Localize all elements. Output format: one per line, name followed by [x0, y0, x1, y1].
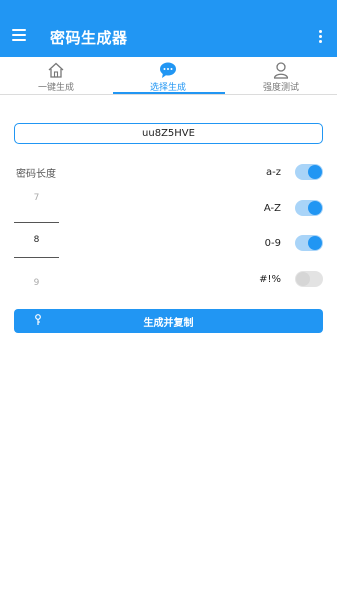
length-option[interactable]: 7 [14, 193, 59, 203]
tab-bar: 一键生成 选择生成 强度测试 [0, 57, 337, 95]
lowercase-toggle[interactable] [295, 164, 323, 180]
picker-divider [14, 222, 59, 223]
digits-toggle[interactable] [295, 235, 323, 251]
symbols-toggle[interactable] [295, 271, 323, 287]
lowercase-label: a-z [266, 167, 281, 178]
tab-strength-test[interactable]: 强度测试 [225, 57, 337, 94]
tab-label: 强度测试 [262, 83, 299, 93]
toggle-knob [308, 236, 322, 250]
more-vertical-icon[interactable] [319, 30, 323, 45]
password-output-field[interactable]: uu8Z5HVE [14, 123, 323, 144]
app-title: 密码生成器 [50, 29, 128, 47]
digits-label: 0-9 [264, 238, 281, 249]
tab-label: 一键生成 [37, 83, 74, 93]
hamburger-menu-icon[interactable] [12, 29, 26, 41]
chat-bubble-icon [160, 62, 176, 78]
generate-button-label: 生成并复制 [143, 318, 194, 329]
uppercase-label: A-Z [263, 203, 281, 214]
length-option-selected[interactable]: 8 [14, 235, 59, 245]
uppercase-toggle[interactable] [295, 200, 323, 216]
tab-indicator [113, 92, 225, 94]
symbols-label: #!% [259, 274, 281, 285]
tab-one-click-generate[interactable]: 一键生成 [0, 57, 112, 94]
home-icon [48, 62, 64, 78]
user-icon [273, 62, 289, 79]
app-bar: 密码生成器 [0, 0, 337, 57]
toggle-knob [296, 272, 310, 286]
generate-and-copy-button[interactable]: 生成并复制 [14, 309, 323, 333]
toggle-knob [308, 201, 322, 215]
picker-divider [14, 257, 59, 258]
length-option[interactable]: 9 [14, 278, 59, 288]
toggle-knob [308, 165, 322, 179]
password-length-label: 密码长度 [16, 169, 56, 180]
tab-select-generate[interactable]: 选择生成 [112, 57, 224, 94]
